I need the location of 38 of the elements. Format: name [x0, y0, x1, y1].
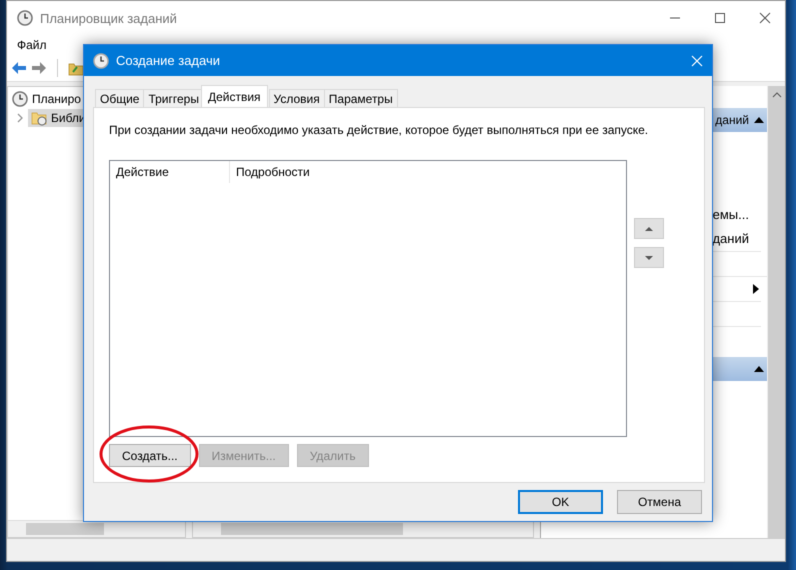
clock-icon [17, 10, 33, 26]
dialog-button[interactable]: OK [518, 490, 603, 514]
back-arrow-icon[interactable] [11, 60, 27, 76]
clock-icon [12, 90, 28, 106]
clock-icon [93, 52, 109, 68]
collapse-arrow-icon[interactable] [754, 366, 764, 372]
description-text: При создании задачи необходимо указать действие, которое будет выполняться при ее запуске. [109, 123, 650, 137]
tab[interactable]: Действия [200, 85, 268, 107]
menu-item[interactable]: Файл [17, 38, 47, 52]
actions-list[interactable]: Действие Подробности [109, 160, 627, 437]
column-header[interactable]: Действие [110, 161, 230, 183]
dialog-title: Создание задачи [116, 53, 220, 68]
move-up-button[interactable] [634, 218, 664, 239]
column-header[interactable]: Подробности [230, 165, 349, 179]
maximize-icon[interactable] [714, 12, 726, 24]
arrow-up-icon [645, 226, 653, 230]
tab[interactable]: Общие [95, 89, 144, 107]
section-title: даний [715, 113, 749, 127]
dialog-button[interactable]: Отмена [617, 490, 702, 514]
tab[interactable]: Параметры [324, 89, 398, 107]
action-item[interactable]: даний [712, 227, 749, 251]
folder-clock-icon [31, 110, 47, 126]
chevron-right-icon[interactable] [16, 112, 24, 122]
move-down-button[interactable] [634, 247, 664, 268]
window-title: Планировщик заданий [40, 10, 177, 26]
action-item[interactable]: емы... [712, 203, 749, 227]
action-button[interactable]: Создать... [109, 444, 191, 467]
close-icon[interactable] [759, 12, 771, 24]
tab[interactable]: Условия [268, 89, 325, 107]
tab[interactable]: Триггеры [143, 89, 204, 107]
tree-item[interactable]: Планиро [32, 92, 81, 106]
vertical-scrollbar[interactable] [767, 86, 785, 538]
collapse-arrow-icon[interactable] [754, 117, 764, 123]
horizontal-scrollbar[interactable] [8, 520, 185, 537]
scroll-up-icon[interactable] [772, 92, 782, 98]
submenu-arrow-icon[interactable] [753, 284, 759, 294]
forward-arrow-icon[interactable] [31, 60, 47, 76]
arrow-down-icon [645, 256, 653, 260]
